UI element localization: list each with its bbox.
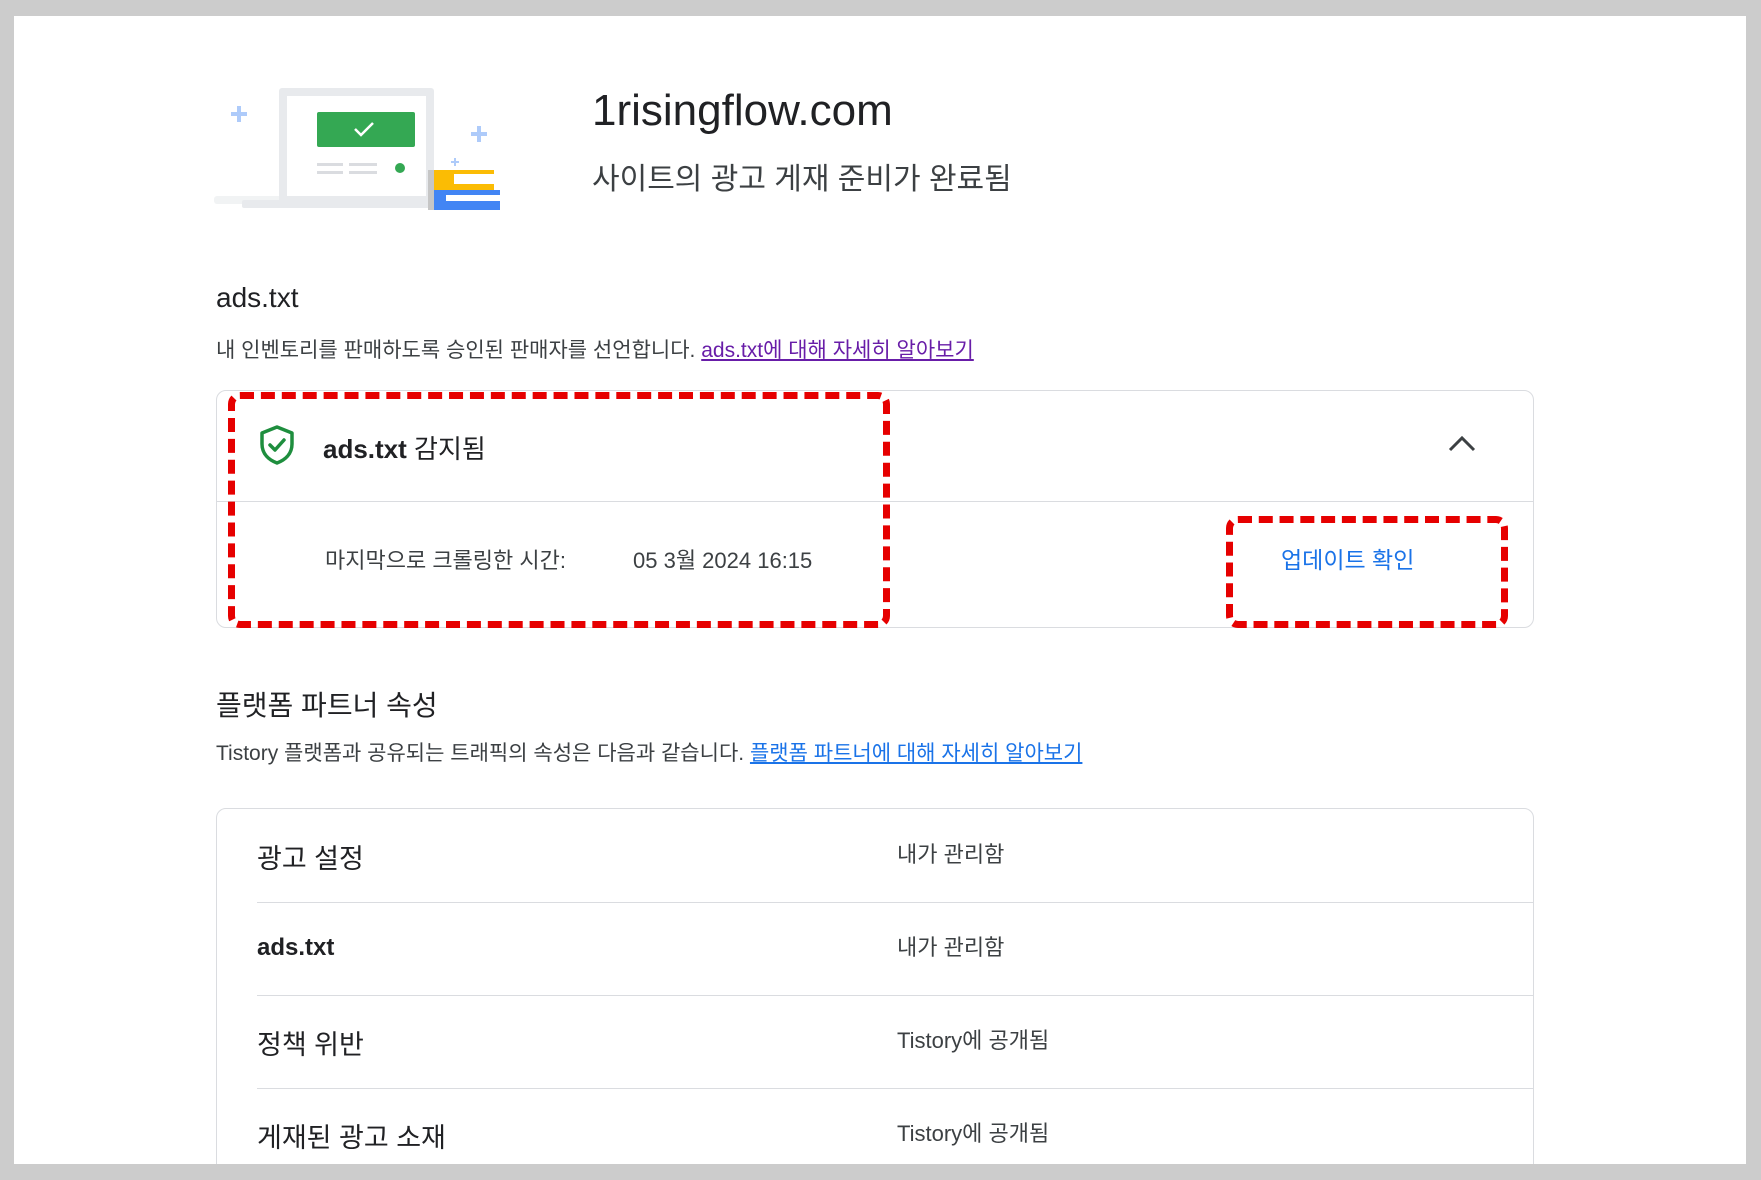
site-ready-illustration [214, 88, 500, 210]
detected-label-status: 감지됨 [406, 434, 486, 464]
adsense-site-page: 1risingflow.com 사이트의 광고 게재 준비가 완료됨 ads.t… [14, 16, 1746, 1164]
ads-txt-status-card: ads.txt 감지됨 마지막으로 크롤링한 시간: 05 3월 2024 16… [216, 390, 1534, 628]
table-row: 광고 설정 내가 관리함 [257, 809, 1533, 903]
platform-section-title: 플랫폼 파트너 속성 [216, 690, 438, 721]
property-name: ads.txt [257, 934, 335, 961]
site-ready-status: 사이트의 광고 게재 준비가 완료됨 [592, 163, 1012, 196]
platform-section-description: Tistory 플랫폼과 공유되는 트래픽의 속성은 다음과 같습니다. 플랫폼… [216, 737, 1082, 767]
platform-description-text: Tistory 플랫폼과 공유되는 트래픽의 속성은 다음과 같습니다. [216, 742, 745, 765]
ads-txt-description-text: 내 인벤토리를 판매하도록 승인된 판매자를 선언합니다. [216, 339, 696, 362]
platform-learn-more-link[interactable]: 플랫폼 파트너에 대해 자세히 알아보기 [750, 742, 1082, 765]
table-row: 정책 위반 Tistory에 공개됨 [257, 995, 1533, 1089]
platform-properties-table: 광고 설정 내가 관리함 ads.txt 내가 관리함 정책 위반 Tistor… [216, 808, 1534, 1164]
property-value: 내가 관리함 [897, 935, 1005, 960]
table-row: 게재된 광고 소재 Tistory에 공개됨 [257, 1088, 1533, 1164]
property-name: 광고 설정 [257, 844, 364, 874]
property-value: 내가 관리함 [897, 842, 1005, 867]
ads-txt-section-title: ads.txt [216, 282, 299, 313]
check-for-updates-button[interactable]: 업데이트 확인 [1281, 541, 1414, 575]
property-name: 게재된 광고 소재 [257, 1123, 446, 1153]
ads-txt-section-description: 내 인벤토리를 판매하도록 승인된 판매자를 선언합니다. ads.txt에 대… [216, 334, 974, 364]
property-value: Tistory에 공개됨 [897, 1028, 1050, 1053]
shield-check-icon [260, 425, 294, 465]
last-crawl-label: 마지막으로 크롤링한 시간: [325, 548, 566, 573]
ads-txt-detected-label: ads.txt 감지됨 [323, 429, 486, 466]
site-domain-title: 1risingflow.com [592, 86, 893, 135]
last-crawl-time: 05 3월 2024 16:15 [633, 548, 813, 573]
property-name: 정책 위반 [257, 1030, 364, 1060]
property-value: Tistory에 공개됨 [897, 1121, 1050, 1146]
detected-label-filename: ads.txt [323, 434, 407, 464]
ads-txt-card-header[interactable]: ads.txt 감지됨 [217, 391, 1533, 502]
table-row: ads.txt 내가 관리함 [257, 902, 1533, 996]
chevron-up-icon[interactable] [1447, 433, 1477, 453]
ads-txt-learn-more-link[interactable]: ads.txt에 대해 자세히 알아보기 [701, 339, 974, 362]
